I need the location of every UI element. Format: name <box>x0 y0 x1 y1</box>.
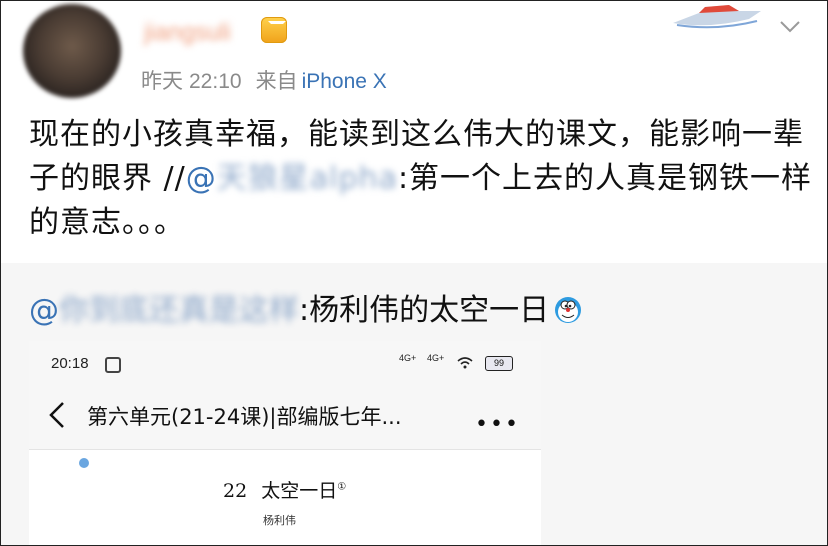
repost-mention-prefix: @ <box>29 293 59 328</box>
mention-prefix: @ <box>185 161 217 196</box>
post-text: 现在的小孩真幸福，能读到这么伟大的课文，能影响一辈子的眼界 //@天狼星alph… <box>29 113 819 245</box>
back-arrow-icon[interactable] <box>45 399 69 431</box>
mention-link[interactable]: @天狼星alpha <box>186 161 398 196</box>
footnote-marker: ① <box>337 481 347 493</box>
speedboat-decoration-icon <box>673 5 761 29</box>
nav-title: 第六单元(21-24课)|部编版七年... <box>87 405 402 429</box>
post-time: 22:10 <box>189 70 242 93</box>
battery-icon: 99 <box>485 356 513 371</box>
time-label: 昨天 <box>141 70 183 93</box>
status-time: 20:18 <box>51 355 89 372</box>
signal-4g-icon: 4G+ <box>427 353 445 363</box>
bookmark-dot-icon <box>79 458 89 468</box>
repost-mention-link[interactable]: @你到底还真是这样 <box>29 293 299 328</box>
repost-text: @你到底还真是这样:杨利伟的太空一日 <box>29 285 583 329</box>
weibo-post-card: jiangsuli 昨天 22:10 来自 iPhone X 现在的小孩真幸福，能读到… <box>0 0 828 546</box>
signal-4g-icon: 4G+ <box>399 353 417 363</box>
vip-crown-icon <box>261 17 287 43</box>
embedded-screenshot[interactable]: 20:18 4G+ 4G+ 99 第六单元(21-24课)|部编版七年... •… <box>29 341 541 545</box>
lesson-title: 太空一日 <box>261 480 338 502</box>
mention-name: 天狼星alpha <box>216 161 398 196</box>
app-nav-bar: 第六单元(21-24课)|部编版七年... ••• <box>29 381 541 450</box>
repost-body: :杨利伟的太空一日 <box>299 293 550 328</box>
source-label: 来自 <box>255 70 298 93</box>
app-notification-icon <box>105 357 121 373</box>
chevron-down-icon[interactable] <box>779 15 801 37</box>
author-name[interactable]: jiangsuli <box>144 19 231 47</box>
device-link[interactable]: iPhone X <box>302 70 387 93</box>
post-meta: 昨天 22:10 来自 iPhone X <box>141 65 387 95</box>
document-page: 22 太空一日① 杨利伟 <box>29 450 541 545</box>
status-bar: 20:18 4G+ 4G+ 99 <box>29 341 541 381</box>
lesson-number: 22 <box>223 480 248 502</box>
more-dots-icon[interactable]: ••• <box>475 412 520 437</box>
lesson-heading: 22 太空一日① <box>223 476 346 503</box>
avatar[interactable] <box>23 4 121 98</box>
wifi-icon <box>457 357 473 369</box>
lesson-author: 杨利伟 <box>263 514 296 527</box>
doraemon-emoji-icon <box>555 297 582 323</box>
repost-mention-name: 你到底还真是这样 <box>59 293 299 328</box>
